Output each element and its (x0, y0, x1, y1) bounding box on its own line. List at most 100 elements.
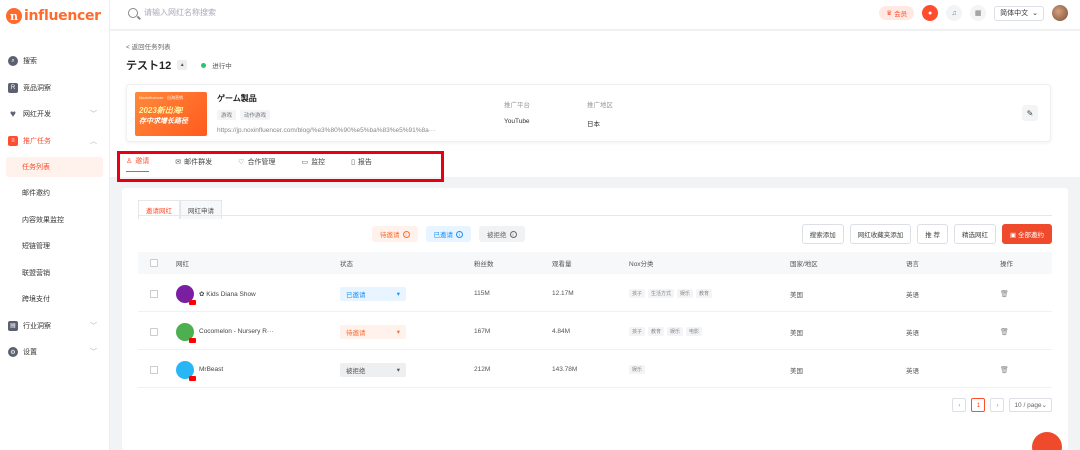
category-tag: 生活方式 (648, 289, 675, 298)
influencer-cell[interactable]: MrBeast (176, 360, 224, 381)
column-header: 状态 (340, 261, 353, 268)
search-input[interactable]: 请输入网红名称搜索 (128, 7, 216, 18)
followers: 115M (474, 290, 490, 297)
influencer-cell[interactable]: Cocomelon - Nursery R··· (176, 322, 273, 343)
recommend-button[interactable]: 推 荐 (917, 224, 949, 244)
row-checkbox[interactable] (150, 365, 158, 374)
product-name: ゲーム製品 (217, 94, 257, 103)
filter-pending[interactable]: 待邀请 i (372, 226, 418, 242)
prev-page-button[interactable]: ‹ (952, 398, 967, 412)
column-header: 网红 (176, 261, 189, 268)
sidebar-item-payment[interactable]: 跨境支付 (0, 286, 109, 313)
youtube-icon (189, 299, 196, 305)
status-select[interactable]: 已邀请 ▾ (340, 286, 406, 301)
sidebar-item-competitor[interactable]: R 竞品洞察 (0, 75, 109, 102)
platform-label: 推广平台 (504, 102, 530, 109)
logo[interactable]: n influencer (6, 8, 101, 24)
sidebar-item-label: 网红开发 (23, 111, 51, 119)
subtab-invite[interactable]: 邀请网红 (138, 200, 180, 219)
followers: 167M (474, 328, 491, 335)
caret-down-icon: ▾ (396, 290, 400, 298)
page-title: テスト12 (126, 60, 172, 72)
avatar[interactable] (1052, 5, 1068, 21)
influencer-name: MrBeast (199, 366, 224, 373)
collapse-icon[interactable]: ▲ (177, 60, 188, 70)
chevron-right-icon: › (996, 401, 999, 409)
status-select[interactable]: 待邀请 ▾ (340, 324, 406, 339)
back-link[interactable]: < 返回任务列表 (126, 41, 171, 51)
chevron-down-icon: ⌄ (1032, 10, 1038, 17)
language-select[interactable]: 简体中文 ⌄ (994, 5, 1044, 21)
vip-button[interactable]: ♛ 会员 (879, 6, 915, 20)
row-checkbox[interactable] (150, 289, 158, 298)
sidebar-item-influencer-dev[interactable]: ♥ 网红开发 ﹀ (0, 101, 109, 128)
language: 英语 (906, 291, 919, 299)
platform-value: YouTube (504, 118, 530, 125)
industry-icon: ▤ (8, 320, 18, 331)
sidebar-item-search[interactable]: ⌕ 搜索 (0, 48, 109, 75)
info-icon: i (456, 230, 463, 238)
trash-icon[interactable]: 🗑 (1000, 290, 1009, 298)
category-tags: 娱乐 (629, 365, 646, 374)
sidebar-item-label: 推广任务 (23, 137, 51, 145)
chat-icon: ● (928, 9, 933, 17)
influencer-name: ✿ Kids Diana Show (199, 290, 256, 298)
status-filters: 待邀请 i 已邀请 i 被拒绝 i (372, 226, 525, 242)
product-url[interactable]: https://jp.noxinfluencer.com/blog/%e3%80… (217, 127, 435, 134)
logo-text: influencer (24, 8, 101, 24)
sidebar-item-industry[interactable]: ▤ 行业洞察 ﹀ (0, 313, 109, 340)
invite-all-label: 全部邀约 (1018, 232, 1044, 239)
sidebar-item-label: 邮件邀约 (22, 190, 50, 198)
category-tag: 教育 (648, 327, 665, 336)
apps-button[interactable]: ▦ (970, 5, 987, 21)
sidebar-item-task-list[interactable]: 任务列表 (6, 157, 103, 177)
row-checkbox[interactable] (150, 327, 158, 336)
filter-rejected[interactable]: 被拒绝 i (479, 226, 525, 242)
table-row: MrBeast 被拒绝 ▾ 212M 143.78M 娱乐 美国 英语 🗑 (138, 352, 1052, 388)
status-label: 已邀请 (346, 291, 366, 299)
sidebar: n influencer ⌕ 搜索 R 竞品洞察 ♥ 网红开发 ﹀ ≡ 推广任务… (0, 0, 110, 450)
sidebar-item-short-link[interactable]: 短链管理 (0, 233, 109, 260)
status-dot (201, 62, 207, 68)
product-info: ゲーム製品 游戏 动作游戏 https://jp.noxinfluencer.c… (217, 93, 435, 134)
views: 12.17M (552, 290, 574, 297)
category-tags: 孩子 生活方式 娱乐 教育 (629, 289, 713, 298)
search-add-button[interactable]: 搜索添加 (801, 224, 844, 244)
sidebar-item-promotion[interactable]: ≡ 推广任务 ︿ (0, 128, 109, 155)
notification-button[interactable]: ♫ (946, 5, 963, 21)
task-title: テスト12 ▲ 进行中 (126, 57, 232, 73)
sidebar-item-settings[interactable]: ⚙ 设置 ﹀ (0, 339, 109, 366)
sidebar-item-label: 短链管理 (22, 243, 50, 251)
avatar (176, 360, 196, 381)
next-page-button[interactable]: › (990, 398, 1005, 412)
favorites-add-button[interactable]: 网红收藏夹添加 (849, 224, 912, 244)
table-row: ✿ Kids Diana Show 已邀请 ▾ 115M 12.17M 孩子 生活… (138, 276, 1052, 312)
message-button[interactable]: ● (922, 5, 939, 21)
sidebar-item-affiliate[interactable]: 联盟营销 (0, 260, 109, 287)
sidebar-item-label: 行业洞察 (23, 322, 51, 330)
status-select[interactable]: 被拒绝 ▾ (340, 362, 406, 377)
settings-icon: ⚙ (8, 347, 18, 358)
invite-all-button[interactable]: ▣ 全部邀约 (1002, 224, 1052, 244)
sidebar-item-label: 任务列表 (22, 164, 50, 171)
sidebar-item-email-invite[interactable]: 邮件邀约 (0, 180, 109, 207)
trash-icon[interactable]: 🗑 (1000, 328, 1009, 336)
sidebar-item-content-monitor[interactable]: 内容效果监控 (0, 207, 109, 234)
influencer-cell[interactable]: ✿ Kids Diana Show (176, 284, 256, 305)
floating-action-button[interactable] (1032, 432, 1062, 450)
pagination: ‹ 1 › 10 / page ⌄ (952, 398, 1052, 412)
edit-button[interactable]: ✎ (1022, 105, 1038, 121)
filter-label: 被拒绝 (487, 232, 507, 239)
thumb-line-2: 存中求增长路径 (139, 118, 188, 125)
search-placeholder: 请输入网红名称搜索 (144, 8, 216, 17)
page-number[interactable]: 1 (971, 398, 986, 412)
avatar (176, 322, 196, 343)
select-all-checkbox[interactable] (150, 259, 158, 267)
subtab-apply[interactable]: 网红申请 (180, 200, 222, 219)
trash-icon[interactable]: 🗑 (1000, 366, 1009, 374)
chevron-down-icon: ⌄ (1041, 402, 1047, 409)
featured-button[interactable]: 精选网红 (954, 224, 997, 244)
heart-icon: ♥ (10, 108, 16, 120)
page-size-select[interactable]: 10 / page ⌄ (1009, 398, 1052, 412)
filter-invited[interactable]: 已邀请 i (425, 226, 471, 242)
